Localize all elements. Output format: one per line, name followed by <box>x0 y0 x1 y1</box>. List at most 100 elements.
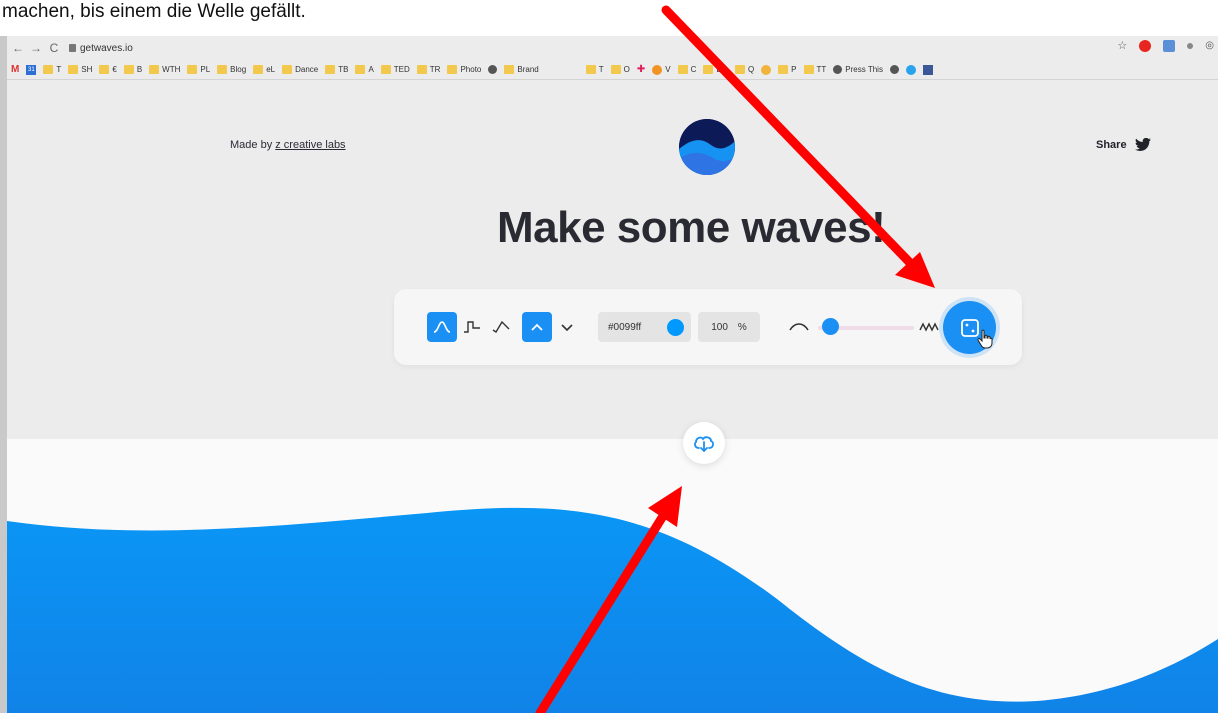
circle-icon[interactable] <box>905 64 916 75</box>
url-text: getwaves.io <box>80 42 133 54</box>
chevron-up-icon <box>531 323 543 331</box>
bookmark-item[interactable]: C <box>677 65 696 74</box>
star-icon[interactable]: ☆ <box>1117 39 1127 52</box>
globe-icon <box>833 65 843 74</box>
folder-icon <box>325 65 336 74</box>
address-bar: ← → C getwaves.io ☆ ◎ <box>7 36 1218 60</box>
wave-preview <box>7 507 1218 713</box>
smooth-wave-button[interactable] <box>427 312 457 342</box>
folder-icon <box>149 65 160 74</box>
opacity-unit: % <box>737 321 747 333</box>
folder-icon <box>68 65 79 74</box>
calendar-icon[interactable]: 31 <box>26 64 37 75</box>
folder-icon <box>585 65 596 74</box>
peak-wave-button[interactable] <box>486 312 516 342</box>
folder-icon <box>504 65 515 74</box>
bookmark-item[interactable]: TT <box>803 65 826 74</box>
step-wave-button[interactable] <box>457 312 487 342</box>
bookmark-item[interactable]: TR <box>416 65 440 74</box>
headline: Make some waves! <box>497 203 886 252</box>
bookmark-item[interactable]: EO <box>703 65 728 74</box>
bookmark-item[interactable]: € <box>99 65 117 74</box>
orange-icon <box>652 64 663 75</box>
bookmark-item[interactable]: V <box>652 64 671 75</box>
bookmark-item[interactable]: SH <box>68 65 92 74</box>
folder-icon <box>282 65 293 74</box>
extensions: ☆ ◎ <box>1117 39 1214 52</box>
chevron-down-icon <box>561 324 573 332</box>
opacity-field[interactable]: 100 % <box>698 312 760 342</box>
bookmark-item[interactable]: O <box>610 65 630 74</box>
opacity-value: 100 <box>711 321 728 333</box>
bookmark-item[interactable]: P <box>778 65 797 74</box>
webpage: Made by z creative labs Share Make some … <box>7 81 1218 713</box>
extension-icon[interactable] <box>1187 42 1194 49</box>
extension-icon[interactable] <box>1163 39 1176 52</box>
facebook-icon[interactable] <box>922 64 933 75</box>
made-by: Made by z creative labs <box>230 139 346 151</box>
wave-toolbar: #0099ff 100 % <box>394 289 1022 365</box>
bookmark-item[interactable]: Blog <box>217 65 246 74</box>
folder-icon <box>803 65 814 74</box>
folder-icon <box>187 65 198 74</box>
browser-window: ← → C getwaves.io ☆ ◎ M 31 T SH € B WTH … <box>0 36 1218 713</box>
bookmark-item[interactable]: Photo <box>447 65 481 74</box>
folder-icon <box>416 65 427 74</box>
complexity-slider-handle[interactable] <box>821 318 839 335</box>
folder-icon <box>380 65 391 74</box>
caption-text: machen, bis einem die Welle gefällt. <box>0 0 1218 36</box>
creator-link[interactable]: z creative labs <box>275 139 345 151</box>
reload-icon[interactable]: C <box>47 41 61 55</box>
logo[interactable] <box>679 119 735 175</box>
badge-icon[interactable] <box>761 64 772 75</box>
bookmark-item[interactable]: PL <box>187 65 210 74</box>
color-hex: #0099ff <box>608 321 642 333</box>
bookmark-item[interactable]: eL <box>253 65 275 74</box>
folder-icon <box>610 65 621 74</box>
flip-down-button[interactable] <box>552 312 582 342</box>
flip-up-button[interactable] <box>522 312 552 342</box>
forward-icon[interactable]: → <box>29 41 43 55</box>
folder-icon <box>99 65 110 74</box>
lock-icon <box>69 44 76 52</box>
globe-icon[interactable] <box>488 65 498 74</box>
peak-wave-icon <box>492 320 510 333</box>
hand-cursor-icon <box>977 329 993 349</box>
bookmark-item[interactable]: Brand <box>504 65 539 74</box>
color-picker[interactable]: #0099ff <box>598 312 691 342</box>
folder-icon <box>253 65 264 74</box>
cloud-download-icon <box>694 436 714 453</box>
url-field[interactable]: getwaves.io <box>69 43 133 54</box>
back-icon[interactable]: ← <box>11 41 25 55</box>
share[interactable]: Share <box>1096 138 1151 151</box>
bookmark-item[interactable]: B <box>123 65 142 74</box>
step-wave-icon <box>464 321 480 333</box>
slack-icon[interactable]: ✚ <box>637 64 645 75</box>
bookmark-item[interactable]: A <box>355 65 374 74</box>
bookmark-item[interactable]: Q <box>734 65 754 74</box>
download-button[interactable] <box>683 422 725 464</box>
bookmarks-bar: M 31 T SH € B WTH PL Blog eL Dance TB A … <box>7 60 1218 80</box>
opera-icon[interactable] <box>1139 39 1152 52</box>
folder-icon <box>734 65 745 74</box>
folder-icon <box>217 65 228 74</box>
camera-icon[interactable]: ◎ <box>1205 40 1214 51</box>
folder-icon <box>355 65 366 74</box>
folder-icon <box>447 65 458 74</box>
bookmark-item[interactable]: T <box>585 65 604 74</box>
bookmark-item[interactable]: T <box>43 65 61 74</box>
color-swatch[interactable] <box>667 319 684 336</box>
bookmark-item[interactable]: WTH <box>149 65 180 74</box>
gmail-icon[interactable]: M <box>11 64 19 75</box>
high-complexity-icon <box>919 322 939 332</box>
folder-icon <box>778 65 789 74</box>
smooth-wave-icon <box>433 321 451 333</box>
bookmark-item[interactable]: Press This <box>833 65 883 74</box>
bookmark-item[interactable]: Dance <box>282 65 318 74</box>
folder-icon <box>43 65 54 74</box>
bookmark-item[interactable]: TED <box>380 65 410 74</box>
globe-icon[interactable] <box>889 65 899 74</box>
twitter-icon <box>1134 138 1151 151</box>
bookmark-item[interactable]: TB <box>325 65 348 74</box>
folder-icon <box>677 65 688 74</box>
